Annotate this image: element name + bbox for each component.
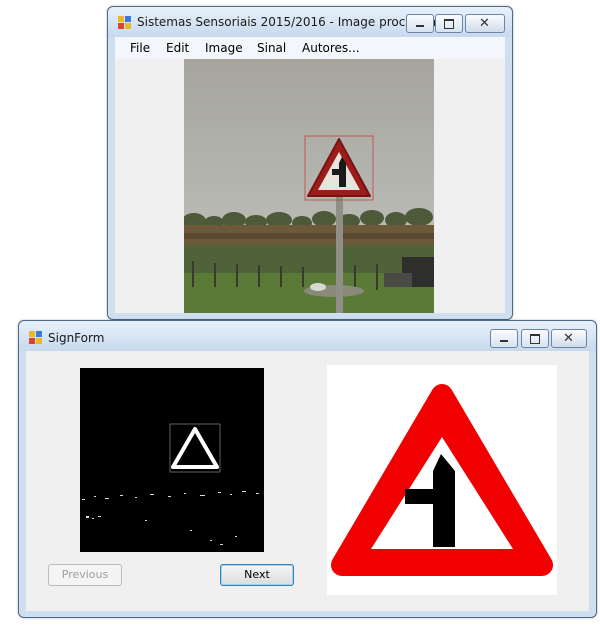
menu-edit[interactable]: Edit <box>166 41 189 55</box>
next-button[interactable]: Next <box>220 564 294 586</box>
priority-sign-image <box>331 384 553 576</box>
main-window-title: Sistemas Sensoriais 2015/2016 - Image pr… <box>137 15 448 29</box>
minimize-button[interactable] <box>406 14 434 33</box>
close-icon: ✕ <box>563 331 574 346</box>
menu-autores[interactable]: Autores... <box>302 41 360 55</box>
main-window: Sistemas Sensoriais 2015/2016 - Image pr… <box>107 6 513 320</box>
main-client-area: File Edit Image Sinal Autores... <box>115 37 505 313</box>
maximize-button[interactable] <box>435 14 463 33</box>
menu-sinal[interactable]: Sinal <box>257 41 286 55</box>
road-photo <box>184 59 434 313</box>
close-icon: ✕ <box>479 16 490 31</box>
maximize-button[interactable] <box>521 329 549 348</box>
previous-button[interactable]: Previous <box>48 564 122 586</box>
app-icon <box>118 16 131 29</box>
signform-title: SignForm <box>48 331 105 345</box>
maximize-icon <box>444 19 454 29</box>
signform-client-area: Previous Next <box>26 351 589 611</box>
minimize-icon <box>500 340 508 342</box>
reference-sign-panel <box>327 365 557 595</box>
binary-mask-image <box>80 368 264 552</box>
minimize-icon <box>416 25 424 27</box>
menu-image[interactable]: Image <box>205 41 243 55</box>
maximize-icon <box>530 334 540 344</box>
main-titlebar[interactable]: Sistemas Sensoriais 2015/2016 - Image pr… <box>108 7 512 37</box>
signform-titlebar[interactable]: SignForm ✕ <box>19 321 596 351</box>
signform-window: SignForm ✕ Previous Next <box>18 320 597 618</box>
close-button[interactable]: ✕ <box>551 329 587 348</box>
minimize-button[interactable] <box>490 329 518 348</box>
close-button[interactable]: ✕ <box>465 14 505 33</box>
menu-file[interactable]: File <box>130 41 150 55</box>
menu-bar: File Edit Image Sinal Autores... <box>115 37 505 59</box>
app-icon <box>29 331 42 344</box>
